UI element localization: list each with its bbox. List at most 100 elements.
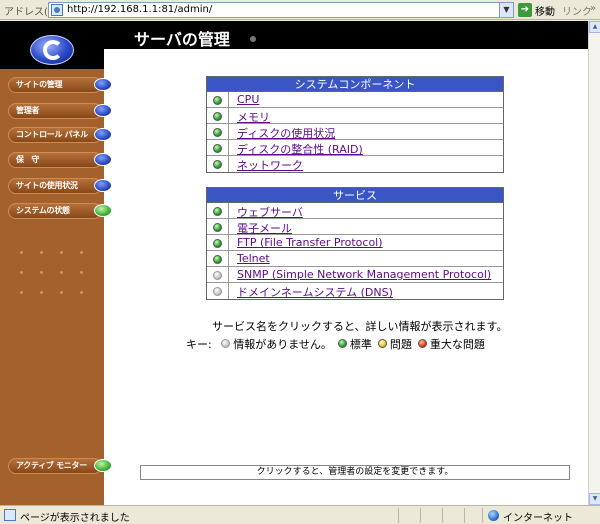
sidebar-item-2[interactable]: コントロール パネル bbox=[8, 127, 112, 143]
service-link[interactable]: CPU bbox=[237, 93, 259, 106]
status-lamp-icon bbox=[213, 239, 222, 248]
zone-text: インターネット bbox=[503, 513, 573, 524]
sidebar-item-label: 保 守 bbox=[16, 155, 40, 164]
status-knob-icon bbox=[94, 179, 112, 192]
table-row: FTP (File Transfer Protocol) bbox=[207, 235, 503, 251]
table-header: サービス bbox=[207, 188, 503, 203]
go-arrow-icon: ➔ bbox=[518, 3, 532, 17]
status-cell bbox=[207, 203, 229, 219]
service-link[interactable]: ドメインネームシステム (DNS) bbox=[237, 284, 393, 300]
table-row: SNMP (Simple Network Management Protocol… bbox=[207, 267, 503, 283]
table-row: 電子メール bbox=[207, 219, 503, 235]
service-link[interactable]: ディスクの使用状況 bbox=[237, 125, 335, 141]
status-knob-icon bbox=[94, 153, 112, 166]
table-row: CPU bbox=[207, 92, 503, 108]
links-label[interactable]: リンク bbox=[562, 3, 592, 18]
address-dropdown-icon[interactable]: ▼ bbox=[499, 3, 513, 17]
sidebar-item-label: 管理者 bbox=[16, 106, 40, 115]
status-knob-icon bbox=[94, 78, 112, 91]
page-done-icon bbox=[4, 509, 16, 521]
decorative-dot bbox=[60, 291, 63, 294]
sidebar: サイトの管理 管理者コントロール パネル保 守サイトの使用状況システムの状態 アク… bbox=[0, 21, 112, 505]
service-link[interactable]: SNMP (Simple Network Management Protocol… bbox=[237, 268, 491, 281]
legend-label: 問題 bbox=[389, 338, 412, 351]
services-table: サービス ウェブサーバ 電子メール FTP (File Transfer Proto… bbox=[206, 187, 504, 300]
status-cell bbox=[207, 235, 229, 251]
legend-lamp-icon bbox=[417, 339, 427, 348]
table-body: ウェブサーバ 電子メール FTP (File Transfer Protocol) T… bbox=[207, 203, 503, 299]
decorative-dot bbox=[80, 251, 83, 254]
table-row: メモリ bbox=[207, 108, 503, 124]
logo-icon bbox=[30, 35, 74, 65]
decorative-dot bbox=[20, 271, 23, 274]
sidebar-item-label: アクティブ モニター bbox=[16, 461, 87, 470]
legend-label: 標準 bbox=[349, 338, 372, 351]
go-button[interactable]: ➔ 移動 bbox=[518, 2, 568, 18]
status-lamp-icon bbox=[213, 144, 222, 153]
address-url[interactable]: http://192.168.1.1:81/admin/ bbox=[67, 4, 212, 15]
service-link[interactable]: メモリ bbox=[237, 109, 270, 125]
service-link[interactable]: ネットワーク bbox=[237, 157, 303, 173]
links-chevron-icon[interactable]: » bbox=[590, 3, 596, 14]
title-dot-icon bbox=[250, 36, 256, 42]
status-divider bbox=[398, 508, 399, 523]
legend-lamp-icon bbox=[377, 339, 387, 348]
status-cell bbox=[207, 219, 229, 235]
status-lamp-icon bbox=[213, 223, 222, 232]
sidebar-item-active-monitor[interactable]: アクティブ モニター bbox=[8, 458, 112, 474]
service-link[interactable]: ディスクの整合性 (RAID) bbox=[237, 141, 363, 157]
status-bar: ページが表示されました インターネット bbox=[0, 505, 600, 524]
status-cell bbox=[207, 283, 229, 299]
status-cell bbox=[207, 267, 229, 283]
legend-label: 情報がありません。 bbox=[233, 338, 332, 351]
address-input[interactable]: http://192.168.1.1:81/admin/ ▼ bbox=[48, 2, 514, 18]
hint-text: サービス名をクリックすると、詳しい情報が表示されます。 bbox=[212, 320, 508, 333]
sidebar-item-5[interactable]: システムの状態 bbox=[8, 203, 112, 219]
service-link[interactable]: 電子メール bbox=[237, 220, 292, 236]
address-bar: アドレス(D) http://192.168.1.1:81/admin/ ▼ ➔… bbox=[0, 0, 600, 20]
status-divider bbox=[464, 508, 465, 523]
sidebar-item-0[interactable]: サイトの管理 bbox=[8, 77, 112, 93]
decorative-dot bbox=[40, 291, 43, 294]
table-row: ネットワーク bbox=[207, 156, 503, 172]
vertical-scrollbar[interactable]: ▲ ▼ bbox=[588, 21, 600, 505]
page-title: サーバの管理 bbox=[134, 30, 230, 49]
decorative-dot bbox=[40, 271, 43, 274]
decorative-dot bbox=[20, 291, 23, 294]
browser-window: アドレス(D) http://192.168.1.1:81/admin/ ▼ ➔… bbox=[0, 0, 600, 524]
internet-zone-icon bbox=[488, 510, 499, 521]
sidebar-item-3[interactable]: 保 守 bbox=[8, 152, 112, 168]
scroll-up-icon[interactable]: ▲ bbox=[589, 21, 600, 33]
scroll-down-icon[interactable]: ▼ bbox=[589, 493, 600, 505]
status-legend: キー: 情報がありません。 標準 問題 重大な問題 bbox=[186, 336, 485, 352]
table-row: Telnet bbox=[207, 251, 503, 267]
status-knob-icon bbox=[94, 204, 112, 217]
status-knob-icon bbox=[94, 128, 112, 141]
status-divider bbox=[442, 508, 443, 523]
sidebar-item-label: サイトの管理 bbox=[16, 80, 63, 89]
sidebar-item-label: システムの状態 bbox=[16, 206, 70, 215]
sidebar-item-1[interactable]: 管理者 bbox=[8, 103, 112, 119]
status-lamp-icon bbox=[213, 255, 222, 264]
system-components-table: システムコンポーネント CPU メモリ ディスクの使用状況 ディスクの整合性 (RAI… bbox=[206, 76, 504, 173]
decorative-dot-grid bbox=[20, 251, 100, 311]
status-cell bbox=[207, 92, 229, 108]
table-header: システムコンポーネント bbox=[207, 77, 503, 92]
status-lamp-icon bbox=[213, 271, 222, 280]
service-link[interactable]: Telnet bbox=[237, 252, 270, 265]
service-link[interactable]: FTP (File Transfer Protocol) bbox=[237, 236, 383, 249]
page-icon bbox=[51, 4, 63, 16]
status-lamp-icon bbox=[213, 128, 222, 137]
decorative-dot bbox=[80, 291, 83, 294]
sidebar-item-4[interactable]: サイトの使用状況 bbox=[8, 178, 112, 194]
legend-key-label: キー: bbox=[186, 338, 212, 351]
table-row: ドメインネームシステム (DNS) bbox=[207, 283, 503, 299]
status-divider bbox=[482, 508, 483, 523]
notice-box: クリックすると、管理者の設定を変更できます。 bbox=[140, 465, 570, 480]
table-row: ディスクの整合性 (RAID) bbox=[207, 140, 503, 156]
service-link[interactable]: ウェブサーバ bbox=[237, 204, 303, 220]
decorative-dot bbox=[60, 251, 63, 254]
legend-lamp-icon bbox=[221, 339, 231, 348]
page-content: サイトの管理 管理者コントロール パネル保 守サイトの使用状況システムの状態 アク… bbox=[0, 21, 588, 505]
status-lamp-icon bbox=[213, 112, 222, 121]
